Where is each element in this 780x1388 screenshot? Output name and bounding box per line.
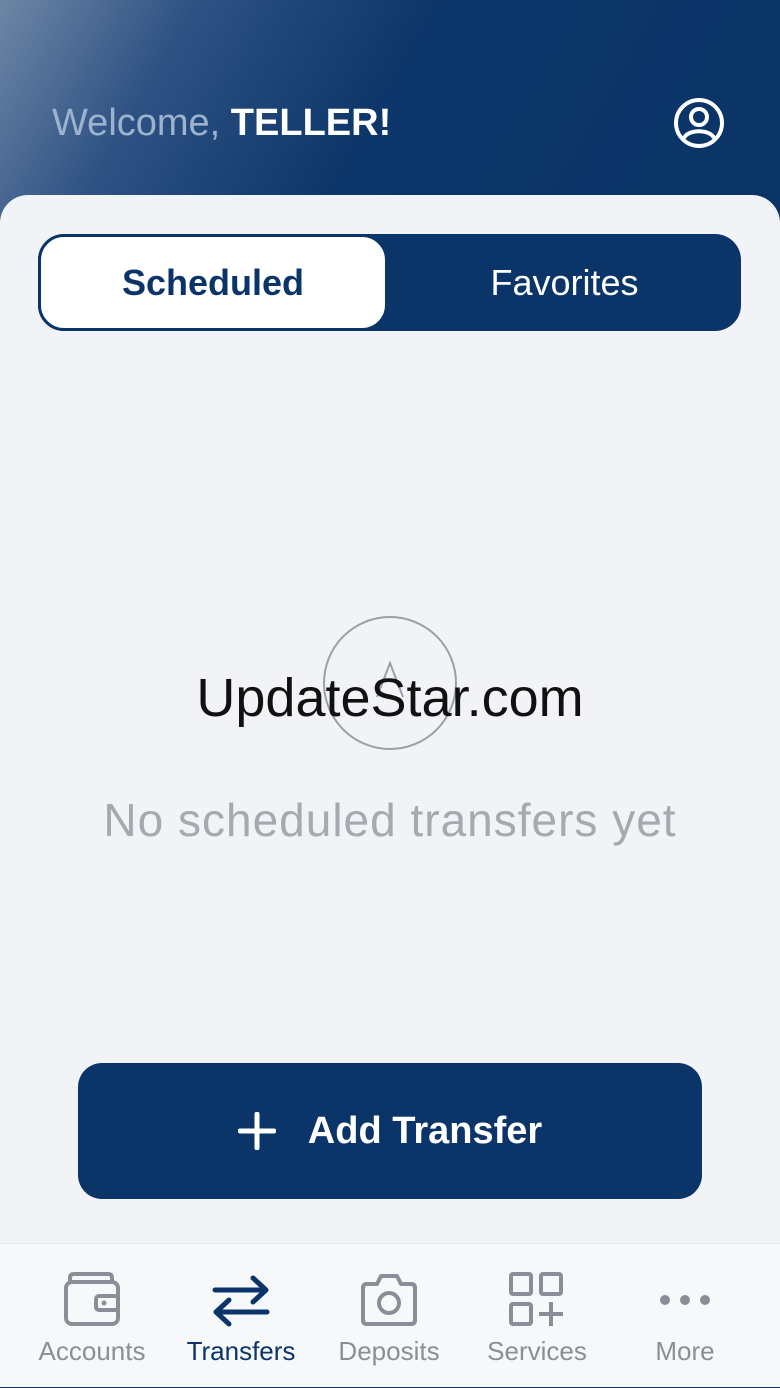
nav-deposits-label: Deposits — [338, 1336, 440, 1366]
transfer-arrows-icon — [212, 1275, 270, 1327]
profile-button[interactable] — [672, 96, 726, 150]
tab-scheduled[interactable]: Scheduled — [38, 234, 388, 331]
transfer-tabs: Scheduled Favorites — [38, 234, 741, 331]
user-circle-icon — [674, 98, 724, 148]
nav-accounts[interactable]: Accounts — [18, 1244, 166, 1388]
add-transfer-label: Add Transfer — [307, 1109, 543, 1152]
nav-services-label: Services — [487, 1336, 587, 1366]
add-transfer-button[interactable]: Add Transfer — [78, 1063, 702, 1199]
nav-deposits[interactable]: Deposits — [315, 1244, 463, 1388]
nav-accounts-label: Accounts — [38, 1336, 146, 1366]
empty-state-message: No scheduled transfers yet — [103, 794, 677, 846]
empty-circle-icon — [323, 616, 457, 750]
nav-transfers[interactable]: Transfers — [167, 1244, 315, 1388]
welcome-prefix: Welcome, — [52, 102, 231, 144]
wallet-icon — [64, 1272, 120, 1326]
bottom-navigation: Accounts Transfers Deposits Services Mor… — [0, 1243, 780, 1387]
nav-more[interactable]: More — [611, 1244, 759, 1388]
grid-plus-icon — [509, 1272, 563, 1326]
more-dots-icon — [660, 1295, 710, 1305]
nav-services[interactable]: Services — [463, 1244, 611, 1388]
nav-transfers-label: Transfers — [186, 1336, 296, 1366]
tab-favorites[interactable]: Favorites — [388, 234, 741, 331]
nav-more-label: More — [655, 1336, 715, 1366]
main-content: Scheduled Favorites UpdateStar.com No sc… — [0, 195, 780, 1243]
plus-icon — [237, 1112, 276, 1150]
welcome-message: Welcome, TELLER! — [52, 100, 391, 146]
camera-icon — [361, 1274, 417, 1326]
user-name: TELLER! — [230, 102, 392, 144]
